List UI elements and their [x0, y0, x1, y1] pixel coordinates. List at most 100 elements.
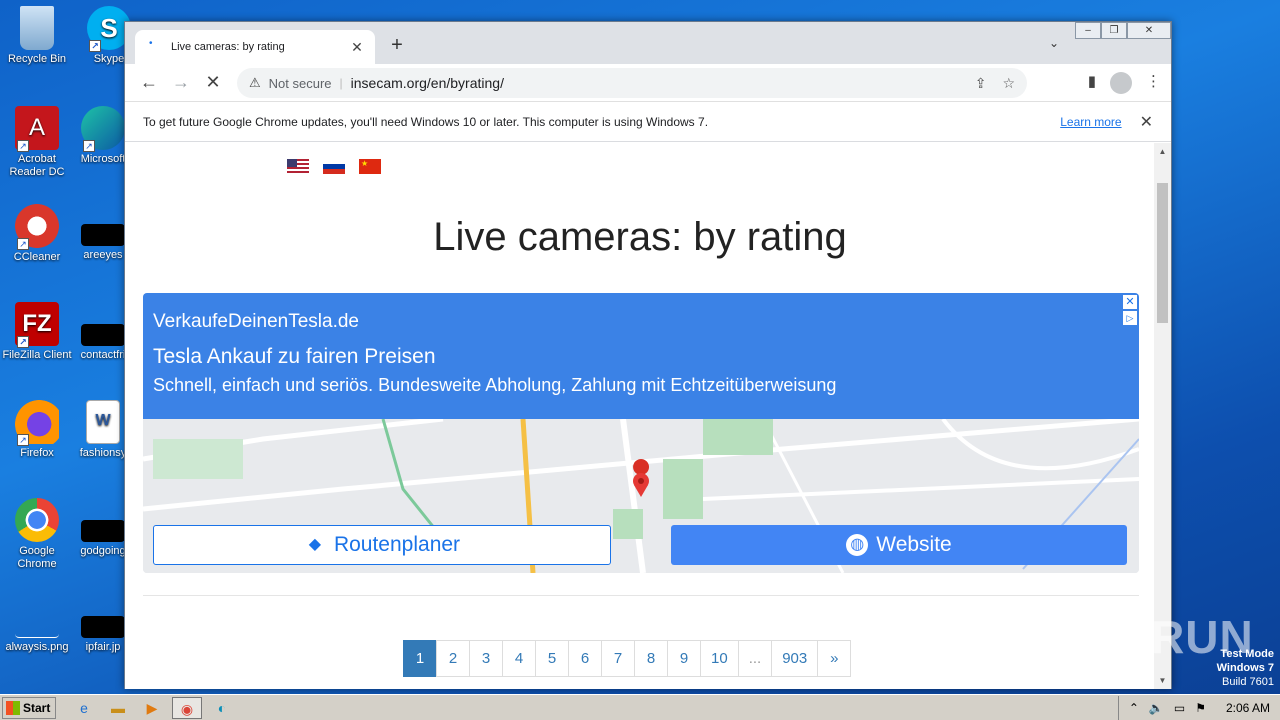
us-flag-icon[interactable]	[287, 159, 309, 174]
tray-expand-icon[interactable]: ⌃	[1129, 701, 1139, 715]
page-ellipsis: ...	[737, 640, 773, 677]
window-close-button[interactable]: ✕	[1127, 22, 1171, 39]
security-label[interactable]: Not secure	[269, 76, 332, 91]
advertisement[interactable]: VerkaufeDeinenTesla.de Tesla Ankauf zu f…	[143, 293, 1139, 573]
image-file-icon	[15, 616, 59, 638]
scrollbar-thumb[interactable]	[1157, 183, 1168, 323]
desktop-icon-ccleaner[interactable]: ↗ CCleaner	[0, 204, 74, 264]
tab-strip: • Live cameras: by rating ✕ + ⌄ – ❐ ✕	[125, 22, 1171, 64]
browser-window: • Live cameras: by rating ✕ + ⌄ – ❐ ✕ ← …	[124, 21, 1172, 689]
directions-diamond-icon: ◆	[308, 536, 322, 553]
infobar-close-icon[interactable]: ✕	[1140, 112, 1153, 132]
page-link-5[interactable]: 5	[535, 640, 569, 677]
divider	[143, 595, 1139, 596]
taskbar-media-player-icon[interactable]: ▶	[138, 697, 166, 719]
desktop-icon-firefox[interactable]: ↗ Firefox	[0, 400, 74, 460]
desktop-icon-filezilla[interactable]: FZ ↗ FileZilla Client	[0, 302, 74, 362]
page-link-6[interactable]: 6	[568, 640, 602, 677]
windows-logo-icon	[6, 700, 20, 715]
start-label: Start	[23, 700, 51, 715]
page-title: Live cameras: by rating	[433, 215, 847, 259]
action-center-flag-icon[interactable]: ⚑	[1195, 701, 1206, 715]
desktop-icon-label: Google Chrome	[17, 545, 57, 570]
russia-flag-icon[interactable]	[323, 159, 345, 174]
learn-more-link[interactable]: Learn more	[1060, 115, 1121, 129]
page-link-7[interactable]: 7	[601, 640, 635, 677]
shortcut-arrow-icon: ↗	[17, 238, 29, 250]
page-link-last[interactable]: 903	[771, 640, 819, 677]
pagination: 1 2 3 4 5 6 7 8 9 10 ... 903 »	[403, 640, 852, 677]
tab-search-chevron-icon[interactable]: ⌄	[1049, 36, 1059, 50]
taskbar-edge-icon[interactable]: ◐	[208, 697, 236, 719]
page-link-4[interactable]: 4	[502, 640, 536, 677]
desktop-icon-label: Recycle Bin	[7, 53, 67, 65]
acrobat-icon: A ↗	[15, 106, 59, 152]
page-link-1[interactable]: 1	[403, 640, 437, 677]
bookmark-star-icon[interactable]: ☆	[1002, 75, 1015, 92]
ad-info-icon[interactable]: ▷	[1123, 311, 1137, 325]
desktop-icon-alwaysis[interactable]: alwaysis.png	[0, 616, 74, 654]
profile-avatar-icon[interactable]	[1110, 72, 1132, 94]
taskbar-explorer-icon[interactable]: ▬	[104, 697, 132, 719]
taskbar-chrome-icon[interactable]: ◉	[172, 696, 202, 719]
language-flags: ★	[287, 159, 381, 174]
scroll-up-arrow-icon[interactable]: ▲	[1154, 147, 1171, 156]
word-document-icon: W	[86, 400, 120, 444]
tab-active[interactable]: • Live cameras: by rating ✕	[135, 30, 375, 64]
omnibox-divider: |	[339, 76, 343, 90]
stop-loading-button[interactable]: ✕	[197, 72, 229, 93]
desktop-icon-recycle-bin[interactable]: Recycle Bin	[0, 6, 74, 66]
new-tab-button[interactable]: +	[387, 34, 407, 57]
network-icon[interactable]: ▭	[1174, 701, 1185, 715]
address-bar[interactable]: ⚠ Not secure | insecam.org/en/byrating/ …	[237, 68, 1027, 98]
routenplaner-button[interactable]: ◆ Routenplaner	[153, 525, 611, 565]
start-button[interactable]: Start	[2, 696, 56, 719]
forward-button[interactable]: →	[165, 72, 197, 93]
url-text[interactable]: insecam.org/en/byrating/	[351, 75, 959, 91]
page-viewport: ★ Live cameras: by rating VerkaufeDeinen…	[125, 143, 1155, 689]
globe-icon: ◍	[846, 534, 869, 556]
desktop-icon-label: alwaysis.png	[5, 641, 69, 653]
clock[interactable]: 2:06 AM	[1226, 701, 1270, 715]
restore-button[interactable]: ❐	[1101, 22, 1127, 39]
page-link-8[interactable]: 8	[634, 640, 668, 677]
scroll-down-arrow-icon[interactable]: ▼	[1154, 676, 1171, 685]
desktop-icon-chrome[interactable]: Google Chrome	[0, 498, 74, 571]
side-panel-icon[interactable]: ▮	[1088, 72, 1096, 94]
chrome-icon	[15, 498, 59, 542]
file-thumbnail-icon	[81, 224, 125, 246]
ad-header[interactable]: VerkaufeDeinenTesla.de Tesla Ankauf zu f…	[143, 293, 1139, 419]
ad-close-icon[interactable]: ✕	[1123, 295, 1137, 309]
ad-description[interactable]: Schnell, einfach und seriös. Bundesweite…	[153, 375, 1129, 396]
window-controls: – ❐ ✕	[1075, 22, 1171, 39]
filezilla-icon: FZ ↗	[15, 302, 59, 348]
system-tray: ⌃ 🔈 ▭ ⚑ 2:06 AM	[1117, 696, 1280, 720]
test-mode-label: Test Mode	[1220, 648, 1274, 660]
desktop-icon-label: Acrobat Reader DC	[9, 153, 65, 178]
desktop-icon-acrobat[interactable]: A ↗ Acrobat Reader DC	[0, 106, 74, 179]
back-button[interactable]: ←	[133, 72, 165, 93]
shortcut-arrow-icon: ↗	[83, 140, 95, 152]
china-flag-icon[interactable]: ★	[359, 159, 381, 174]
vertical-scrollbar[interactable]: ▲ ▼	[1154, 143, 1171, 689]
page-link-10[interactable]: 10	[700, 640, 739, 677]
page-link-9[interactable]: 9	[667, 640, 701, 677]
volume-icon[interactable]: 🔈	[1149, 701, 1164, 715]
shortcut-arrow-icon: ↗	[17, 434, 29, 446]
menu-kebab-icon[interactable]: ⋮	[1146, 72, 1161, 94]
tab-close-icon[interactable]: ✕	[349, 39, 365, 56]
page-next[interactable]: »	[817, 640, 852, 677]
file-thumbnail-icon	[81, 324, 125, 346]
ad-headline[interactable]: Tesla Ankauf zu fairen Preisen	[153, 345, 1129, 369]
page-link-3[interactable]: 3	[469, 640, 503, 677]
taskbar-ie-icon[interactable]: e	[70, 697, 98, 719]
ad-domain[interactable]: VerkaufeDeinenTesla.de	[153, 311, 1129, 333]
page-link-2[interactable]: 2	[436, 640, 470, 677]
minimize-button[interactable]: –	[1075, 22, 1101, 39]
loading-spinner-icon: •	[149, 38, 153, 49]
taskbar: Start e ▬ ▶ ◉ ◐ ⌃ 🔈 ▭ ⚑ 2:06 AM	[0, 694, 1280, 720]
firefox-icon: ↗	[15, 400, 59, 446]
not-secure-warning-icon: ⚠	[249, 75, 261, 90]
website-button[interactable]: ◍ Website	[671, 525, 1127, 565]
share-icon[interactable]: ⇪	[975, 75, 987, 92]
